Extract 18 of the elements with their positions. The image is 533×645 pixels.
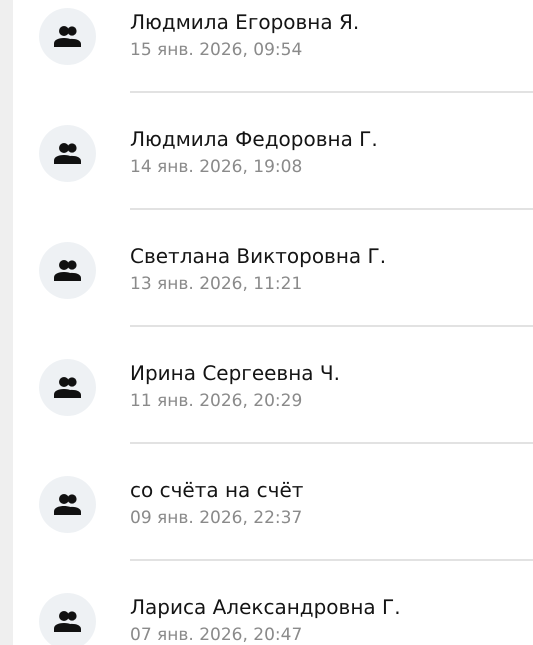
- operation-date: 14 янв. 2026, 19:08: [130, 156, 304, 179]
- contact-name: Людмила Егоровна Я.: [130, 9, 360, 36]
- operation-date: 11 янв. 2026, 20:29: [130, 390, 304, 413]
- people-icon: [52, 142, 82, 166]
- operation-date: 13 янв. 2026, 11:21: [130, 273, 304, 296]
- people-icon: [52, 376, 82, 400]
- operation-date: 15 янв. 2026, 09:54: [130, 39, 304, 62]
- contact-name: Ирина Сергеевна Ч.: [130, 360, 341, 387]
- operation-date: 09 янв. 2026, 22:37: [130, 507, 304, 530]
- contact-name: со счёта на счёт: [130, 477, 304, 504]
- contact-name: Людмила Федоровна Г.: [130, 126, 379, 153]
- people-icon: [52, 492, 82, 516]
- people-icon: [52, 24, 82, 48]
- people-icon: [52, 258, 82, 282]
- people-icon: [52, 610, 82, 634]
- contact-name: Лариса Александровна Г.: [130, 594, 402, 621]
- operation-date: 07 янв. 2026, 20:47: [130, 624, 304, 645]
- contact-name: Светлана Викторовна Г.: [130, 243, 388, 270]
